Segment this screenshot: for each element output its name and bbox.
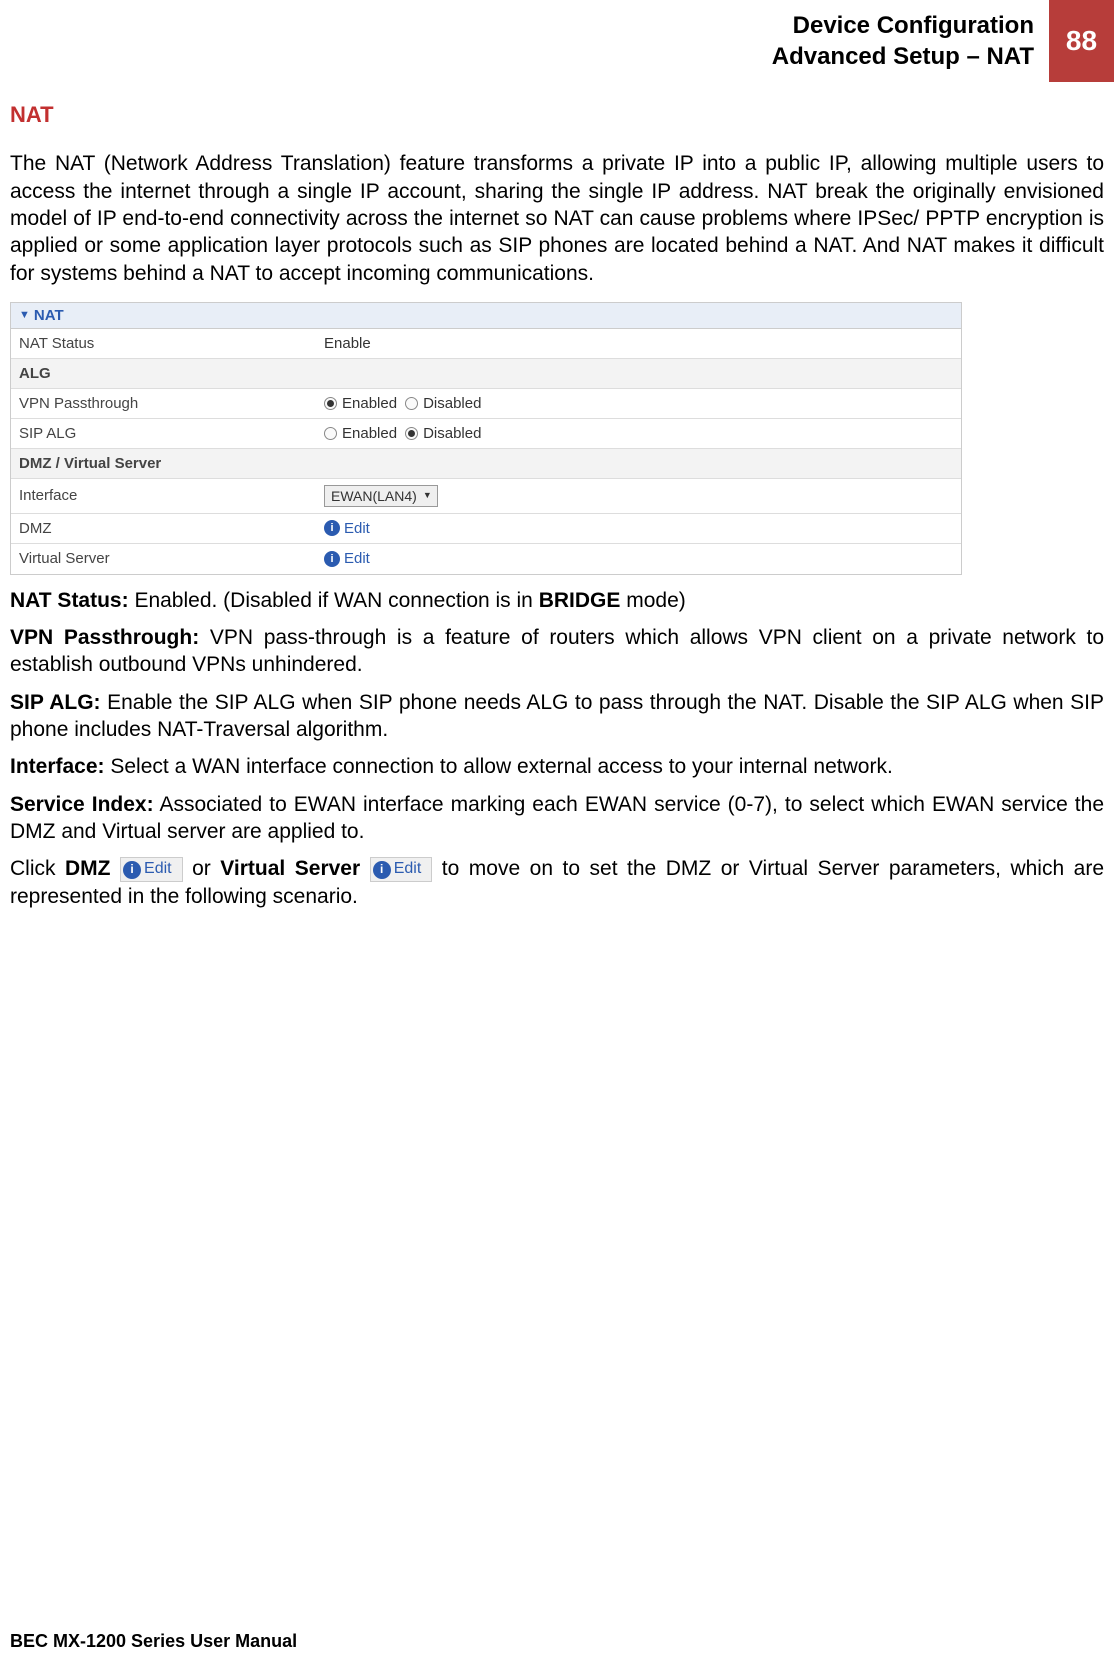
sip-enabled-option[interactable]: Enabled — [324, 425, 397, 442]
intro-paragraph: The NAT (Network Address Translation) fe… — [10, 150, 1104, 286]
vpn-passthrough-row: VPN Passthrough Enabled Disabled — [11, 389, 961, 419]
nat-status-desc-text: Enabled. (Disabled if WAN connection is … — [129, 589, 539, 612]
radio-icon — [405, 427, 418, 440]
service-desc-bold: Service Index: — [10, 793, 154, 816]
page-header: Device Configuration Advanced Setup – NA… — [0, 0, 1114, 82]
nat-status-row: NAT Status Enable — [11, 329, 961, 359]
vs-edit-inline[interactable]: i Edit — [370, 857, 433, 882]
click-text2: or — [192, 857, 220, 880]
panel-header[interactable]: ▼ NAT — [11, 303, 961, 329]
dmz-edit-inline[interactable]: i Edit — [120, 857, 183, 882]
interface-desc-bold: Interface: — [10, 755, 105, 778]
click-instruction: Click DMZ i Edit or Virtual Server i Edi… — [10, 855, 1104, 910]
edit-text: Edit — [344, 550, 370, 567]
vpn-desc-bold: VPN Passthrough: — [10, 626, 199, 649]
panel-title: NAT — [34, 307, 64, 324]
interface-label: Interface — [11, 481, 316, 510]
sip-alg-row: SIP ALG Enabled Disabled — [11, 419, 961, 449]
vpn-description: VPN Passthrough: VPN pass-through is a f… — [10, 624, 1104, 679]
click-vs-bold: Virtual Server — [220, 857, 360, 880]
bridge-bold: BRIDGE — [539, 589, 621, 612]
collapse-arrow-icon: ▼ — [19, 309, 30, 321]
dmz-row: DMZ i Edit — [11, 514, 961, 544]
sip-disabled-option[interactable]: Disabled — [405, 425, 481, 442]
virtual-server-row: Virtual Server i Edit — [11, 544, 961, 574]
sip-enabled-label: Enabled — [342, 425, 397, 442]
vpn-radio-group: Enabled Disabled — [324, 395, 481, 412]
nat-status-desc-bold: NAT Status: — [10, 589, 129, 612]
click-dmz-bold: DMZ — [65, 857, 111, 880]
nat-status-desc-text2: mode) — [620, 589, 685, 612]
dmz-label: DMZ — [11, 514, 316, 543]
radio-icon — [324, 427, 337, 440]
vs-edit-link[interactable]: i Edit — [324, 550, 370, 567]
edit-text: Edit — [144, 859, 172, 880]
header-line1: Device Configuration — [772, 10, 1034, 41]
interface-description: Interface: Select a WAN interface connec… — [10, 753, 1104, 780]
vpn-disabled-label: Disabled — [423, 395, 481, 412]
dmz-vs-header-label: DMZ / Virtual Server — [11, 449, 316, 478]
service-desc-text: Associated to EWAN interface marking eac… — [10, 793, 1104, 843]
radio-icon — [324, 397, 337, 410]
interface-row: Interface EWAN(LAN4) — [11, 479, 961, 514]
vs-label: Virtual Server — [11, 544, 316, 573]
info-icon: i — [324, 520, 340, 536]
vpn-label: VPN Passthrough — [11, 389, 316, 418]
vpn-enabled-option[interactable]: Enabled — [324, 395, 397, 412]
nat-status-label: NAT Status — [11, 329, 316, 358]
header-line2: Advanced Setup – NAT — [772, 41, 1034, 72]
info-icon: i — [373, 861, 391, 879]
sip-radio-group: Enabled Disabled — [324, 425, 481, 442]
dmz-vs-section-header: DMZ / Virtual Server — [11, 449, 961, 479]
nat-status-value: Enable — [316, 329, 961, 358]
vpn-disabled-option[interactable]: Disabled — [405, 395, 481, 412]
vpn-enabled-label: Enabled — [342, 395, 397, 412]
sip-description: SIP ALG: Enable the SIP ALG when SIP pho… — [10, 689, 1104, 744]
dmz-edit-link[interactable]: i Edit — [324, 520, 370, 537]
nat-config-panel: ▼ NAT NAT Status Enable ALG VPN Passthro… — [10, 302, 962, 575]
info-icon: i — [324, 551, 340, 567]
alg-header-label: ALG — [11, 359, 316, 388]
radio-icon — [405, 397, 418, 410]
interface-select[interactable]: EWAN(LAN4) — [324, 485, 438, 507]
section-title: NAT — [10, 102, 1104, 128]
edit-text: Edit — [394, 859, 422, 880]
alg-section-header: ALG — [11, 359, 961, 389]
sip-label: SIP ALG — [11, 419, 316, 448]
service-index-description: Service Index: Associated to EWAN interf… — [10, 791, 1104, 846]
sip-desc-text: Enable the SIP ALG when SIP phone needs … — [10, 691, 1104, 741]
header-title-block: Device Configuration Advanced Setup – NA… — [772, 0, 1049, 82]
interface-desc-text: Select a WAN interface connection to all… — [105, 755, 893, 778]
click-text1: Click — [10, 857, 65, 880]
sip-disabled-label: Disabled — [423, 425, 481, 442]
sip-desc-bold: SIP ALG: — [10, 691, 101, 714]
page-number: 88 — [1049, 0, 1114, 82]
footer-manual-title: BEC MX-1200 Series User Manual — [10, 1631, 297, 1652]
info-icon: i — [123, 861, 141, 879]
edit-text: Edit — [344, 520, 370, 537]
nat-status-description: NAT Status: Enabled. (Disabled if WAN co… — [10, 587, 1104, 614]
